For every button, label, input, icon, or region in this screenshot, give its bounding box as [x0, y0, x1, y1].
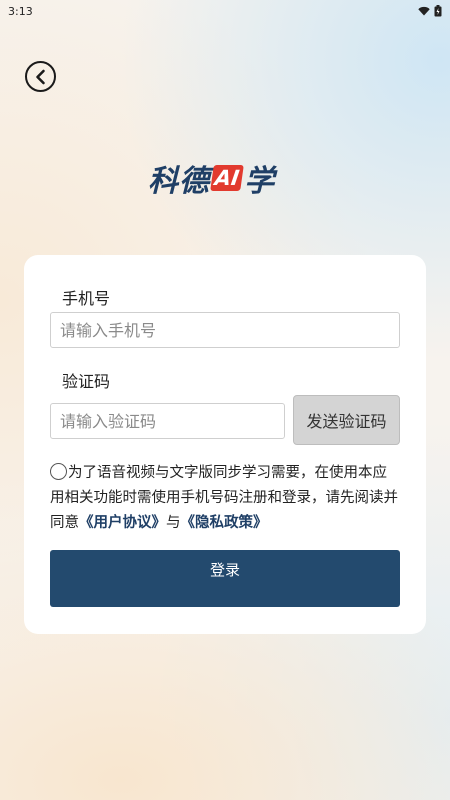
wifi-icon: [418, 6, 430, 16]
back-button[interactable]: [25, 61, 56, 92]
phone-input[interactable]: [50, 312, 400, 348]
logo-text-right: 学: [244, 164, 276, 199]
agreement-conjunction: 与: [166, 515, 181, 531]
logo-text-left: 科德: [148, 164, 210, 199]
agreement-row: 为了语音视频与文字版同步学习需要，在使用本应用相关功能时需使用手机号码注册和登录…: [50, 461, 398, 536]
chevron-left-icon: [35, 69, 45, 84]
phone-label: 手机号: [62, 289, 111, 308]
status-bar: 3:13: [0, 0, 450, 22]
status-icons: [418, 5, 442, 17]
battery-icon: [434, 5, 442, 17]
code-input[interactable]: [50, 403, 285, 439]
send-code-button[interactable]: 发送验证码: [293, 395, 400, 445]
user-agreement-link[interactable]: 《用户协议》: [79, 515, 166, 531]
login-button-label: 登录: [209, 561, 240, 579]
status-time: 3:13: [8, 4, 33, 18]
agreement-checkbox[interactable]: [50, 463, 67, 480]
code-label: 验证码: [62, 372, 111, 391]
login-button[interactable]: 登录: [50, 550, 400, 607]
privacy-policy-link[interactable]: 《隐私政策》: [181, 515, 268, 531]
logo-ai-badge: AI: [210, 165, 244, 191]
app-logo: 科德 AI 学: [148, 158, 308, 199]
